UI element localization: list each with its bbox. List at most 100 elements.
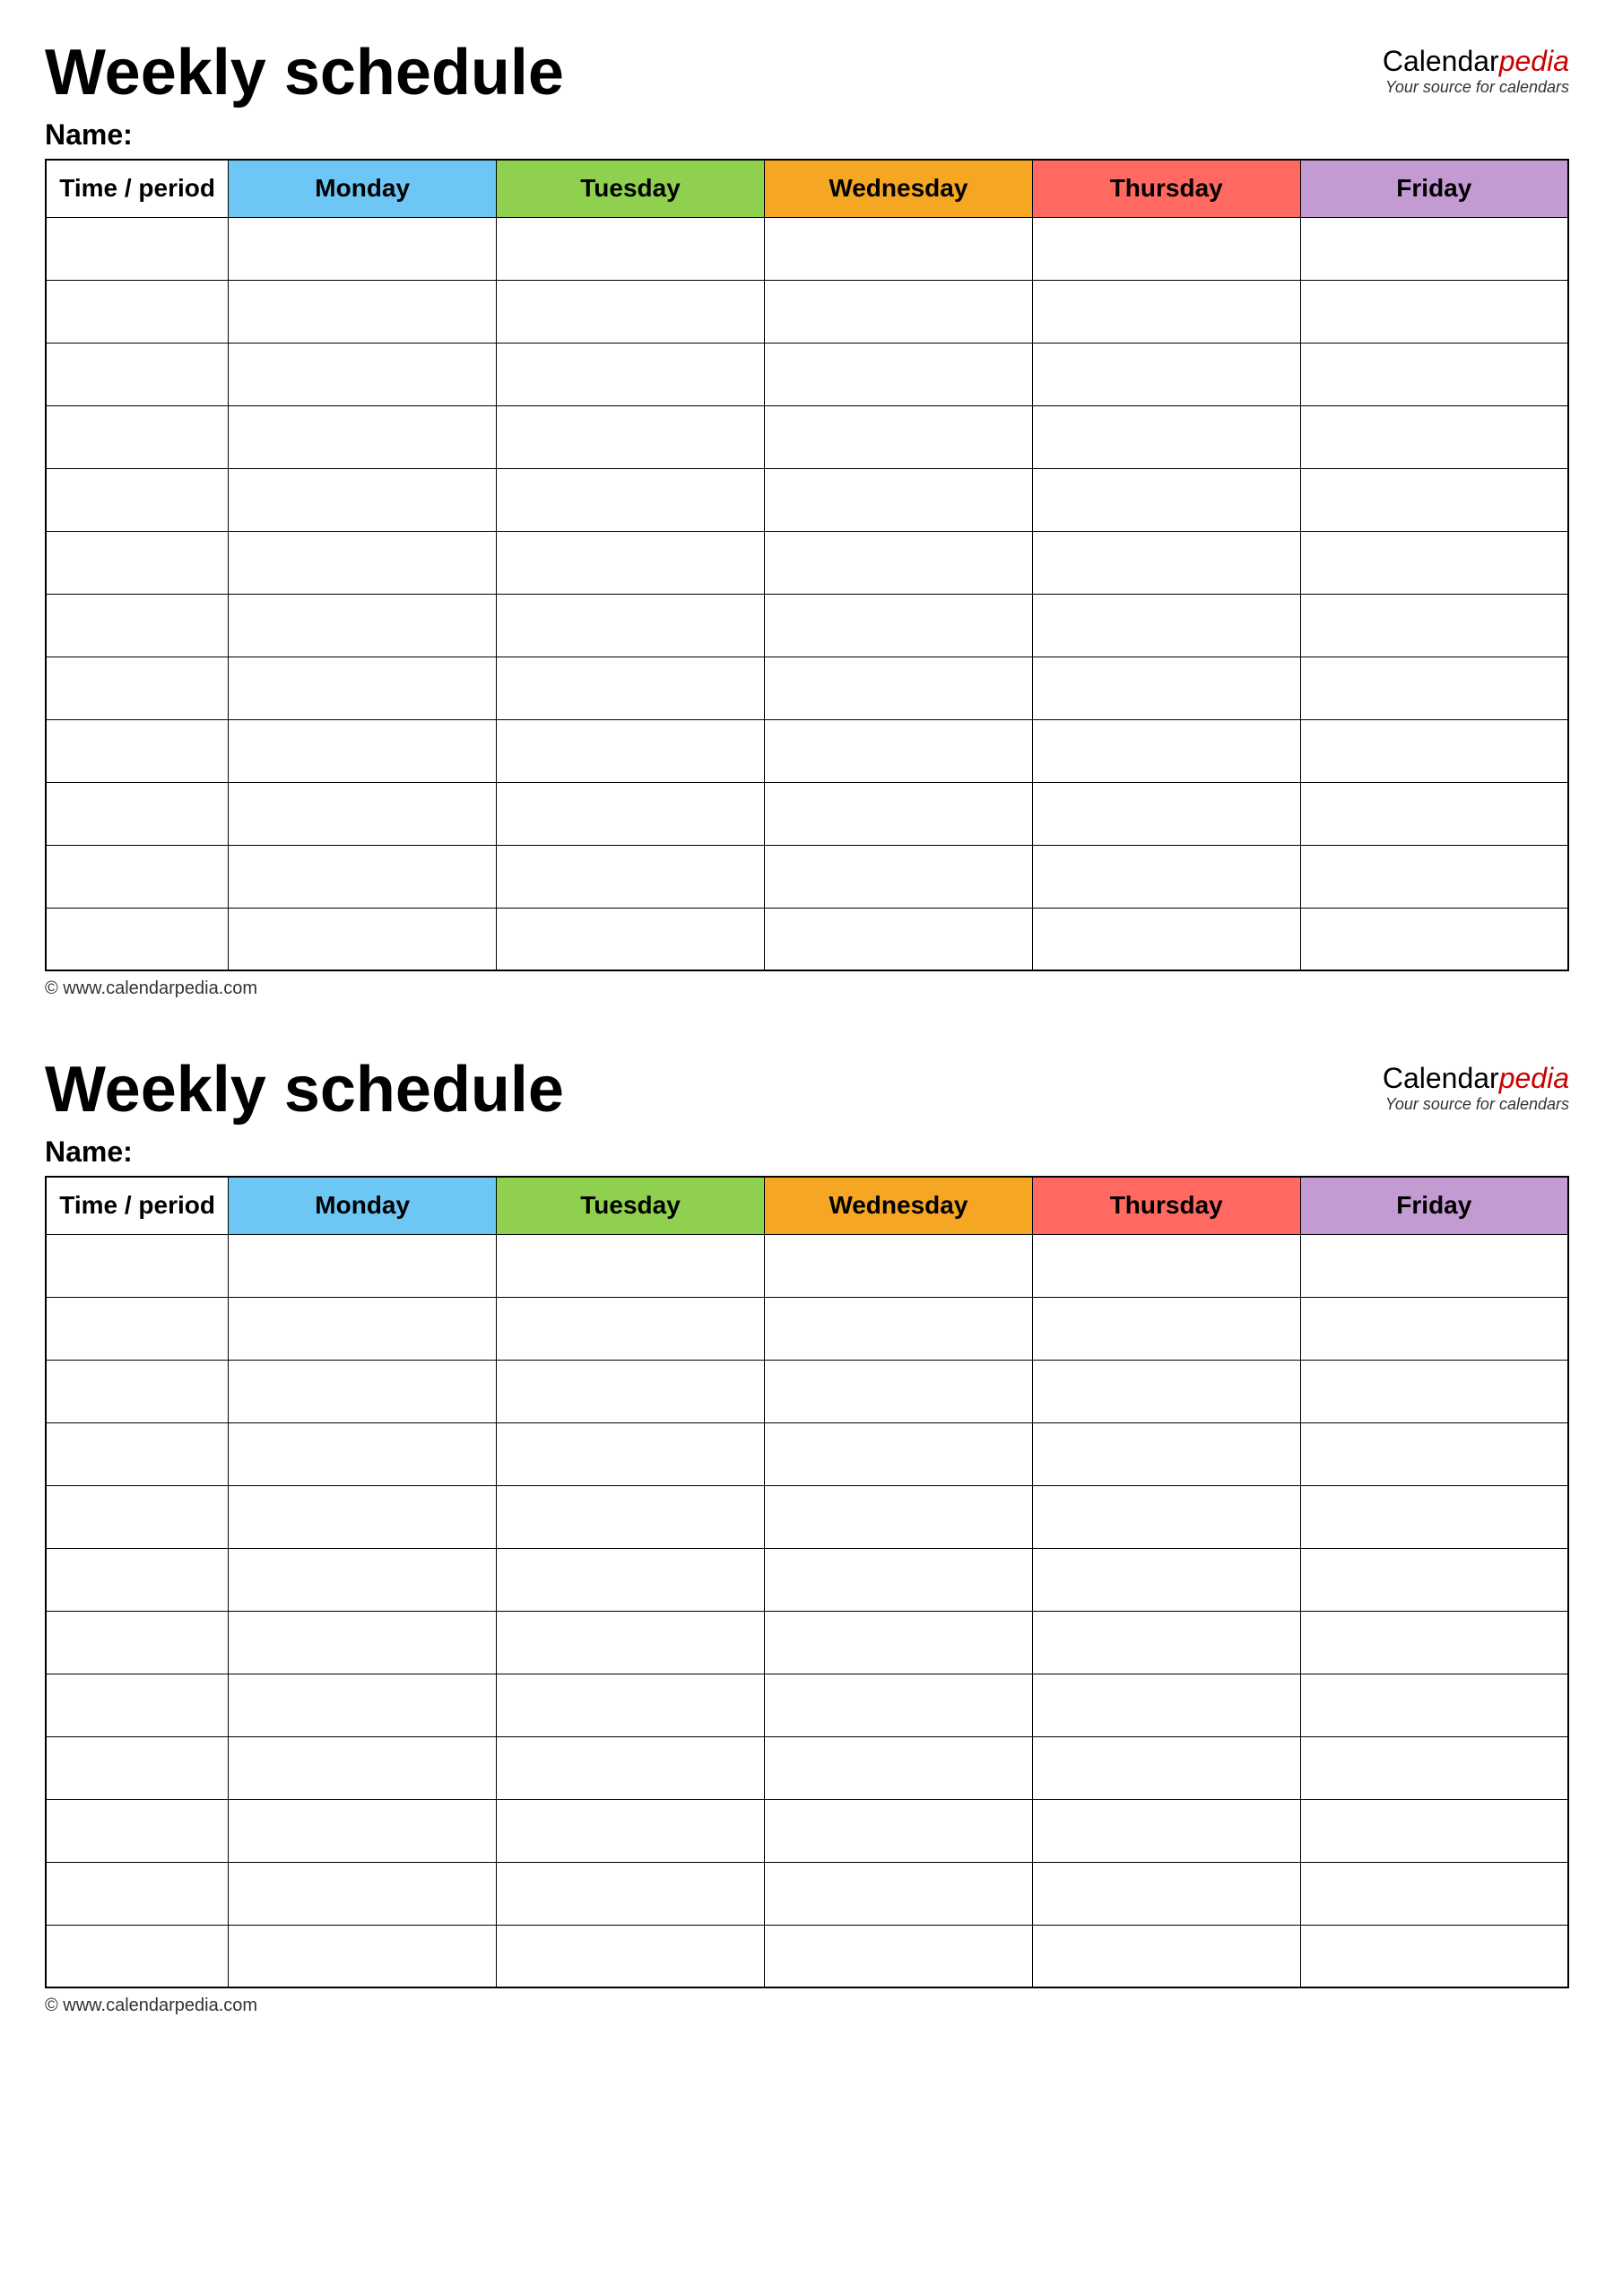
table-cell[interactable] bbox=[764, 1736, 1032, 1799]
table-cell[interactable] bbox=[46, 782, 229, 845]
table-cell[interactable] bbox=[1032, 908, 1300, 970]
table-cell[interactable] bbox=[1032, 468, 1300, 531]
table-cell[interactable] bbox=[229, 217, 497, 280]
table-cell[interactable] bbox=[497, 1674, 765, 1736]
table-cell[interactable] bbox=[1032, 217, 1300, 280]
table-cell[interactable] bbox=[229, 1799, 497, 1862]
table-cell[interactable] bbox=[229, 1360, 497, 1422]
table-cell[interactable] bbox=[497, 343, 765, 405]
table-cell[interactable] bbox=[46, 1611, 229, 1674]
table-cell[interactable] bbox=[229, 782, 497, 845]
table-cell[interactable] bbox=[1032, 594, 1300, 657]
table-cell[interactable] bbox=[229, 845, 497, 908]
table-cell[interactable] bbox=[764, 1485, 1032, 1548]
table-cell[interactable] bbox=[497, 1611, 765, 1674]
table-cell[interactable] bbox=[46, 657, 229, 719]
table-cell[interactable] bbox=[1300, 1799, 1568, 1862]
table-cell[interactable] bbox=[497, 280, 765, 343]
table-cell[interactable] bbox=[46, 1799, 229, 1862]
table-cell[interactable] bbox=[229, 908, 497, 970]
table-cell[interactable] bbox=[1032, 845, 1300, 908]
table-cell[interactable] bbox=[1032, 657, 1300, 719]
table-cell[interactable] bbox=[1300, 1422, 1568, 1485]
table-cell[interactable] bbox=[229, 1485, 497, 1548]
table-cell[interactable] bbox=[229, 1548, 497, 1611]
table-cell[interactable] bbox=[497, 531, 765, 594]
table-cell[interactable] bbox=[1300, 1736, 1568, 1799]
table-cell[interactable] bbox=[46, 719, 229, 782]
table-cell[interactable] bbox=[497, 1360, 765, 1422]
table-cell[interactable] bbox=[764, 217, 1032, 280]
table-cell[interactable] bbox=[1300, 845, 1568, 908]
table-cell[interactable] bbox=[229, 1925, 497, 1987]
table-cell[interactable] bbox=[764, 1799, 1032, 1862]
table-cell[interactable] bbox=[1300, 531, 1568, 594]
table-cell[interactable] bbox=[764, 845, 1032, 908]
table-cell[interactable] bbox=[764, 405, 1032, 468]
table-cell[interactable] bbox=[1032, 343, 1300, 405]
table-cell[interactable] bbox=[1300, 1548, 1568, 1611]
table-cell[interactable] bbox=[1032, 280, 1300, 343]
table-cell[interactable] bbox=[1032, 1234, 1300, 1297]
table-cell[interactable] bbox=[229, 1611, 497, 1674]
table-cell[interactable] bbox=[497, 1548, 765, 1611]
table-cell[interactable] bbox=[1300, 217, 1568, 280]
table-cell[interactable] bbox=[497, 594, 765, 657]
table-cell[interactable] bbox=[1032, 1422, 1300, 1485]
table-cell[interactable] bbox=[1032, 405, 1300, 468]
table-cell[interactable] bbox=[1300, 405, 1568, 468]
table-cell[interactable] bbox=[1300, 343, 1568, 405]
table-cell[interactable] bbox=[764, 343, 1032, 405]
table-cell[interactable] bbox=[1300, 908, 1568, 970]
table-cell[interactable] bbox=[1032, 1360, 1300, 1422]
table-cell[interactable] bbox=[229, 280, 497, 343]
table-cell[interactable] bbox=[1300, 468, 1568, 531]
table-cell[interactable] bbox=[1032, 719, 1300, 782]
table-cell[interactable] bbox=[229, 719, 497, 782]
table-cell[interactable] bbox=[497, 657, 765, 719]
table-cell[interactable] bbox=[497, 405, 765, 468]
table-cell[interactable] bbox=[46, 1422, 229, 1485]
table-cell[interactable] bbox=[1300, 1611, 1568, 1674]
table-cell[interactable] bbox=[497, 1862, 765, 1925]
table-cell[interactable] bbox=[497, 1736, 765, 1799]
table-cell[interactable] bbox=[229, 531, 497, 594]
table-cell[interactable] bbox=[764, 657, 1032, 719]
table-cell[interactable] bbox=[1032, 782, 1300, 845]
table-cell[interactable] bbox=[764, 719, 1032, 782]
table-cell[interactable] bbox=[497, 1925, 765, 1987]
table-cell[interactable] bbox=[1300, 1234, 1568, 1297]
table-cell[interactable] bbox=[229, 657, 497, 719]
table-cell[interactable] bbox=[46, 1548, 229, 1611]
table-cell[interactable] bbox=[46, 1736, 229, 1799]
table-cell[interactable] bbox=[1300, 1925, 1568, 1987]
table-cell[interactable] bbox=[764, 1548, 1032, 1611]
table-cell[interactable] bbox=[1300, 782, 1568, 845]
table-cell[interactable] bbox=[46, 343, 229, 405]
table-cell[interactable] bbox=[229, 1736, 497, 1799]
table-cell[interactable] bbox=[497, 1799, 765, 1862]
table-cell[interactable] bbox=[229, 405, 497, 468]
table-cell[interactable] bbox=[764, 1234, 1032, 1297]
table-cell[interactable] bbox=[1300, 1674, 1568, 1736]
table-cell[interactable] bbox=[1032, 1862, 1300, 1925]
table-cell[interactable] bbox=[764, 280, 1032, 343]
table-cell[interactable] bbox=[1300, 1360, 1568, 1422]
table-cell[interactable] bbox=[1032, 1925, 1300, 1987]
table-cell[interactable] bbox=[1032, 1297, 1300, 1360]
table-cell[interactable] bbox=[497, 1234, 765, 1297]
table-cell[interactable] bbox=[497, 782, 765, 845]
table-cell[interactable] bbox=[46, 1674, 229, 1736]
table-cell[interactable] bbox=[1032, 531, 1300, 594]
table-cell[interactable] bbox=[46, 1925, 229, 1987]
table-cell[interactable] bbox=[46, 531, 229, 594]
table-cell[interactable] bbox=[46, 908, 229, 970]
table-cell[interactable] bbox=[1032, 1611, 1300, 1674]
table-cell[interactable] bbox=[229, 1422, 497, 1485]
table-cell[interactable] bbox=[764, 1297, 1032, 1360]
table-cell[interactable] bbox=[497, 1422, 765, 1485]
table-cell[interactable] bbox=[229, 1297, 497, 1360]
table-cell[interactable] bbox=[46, 468, 229, 531]
table-cell[interactable] bbox=[764, 1611, 1032, 1674]
table-cell[interactable] bbox=[46, 405, 229, 468]
